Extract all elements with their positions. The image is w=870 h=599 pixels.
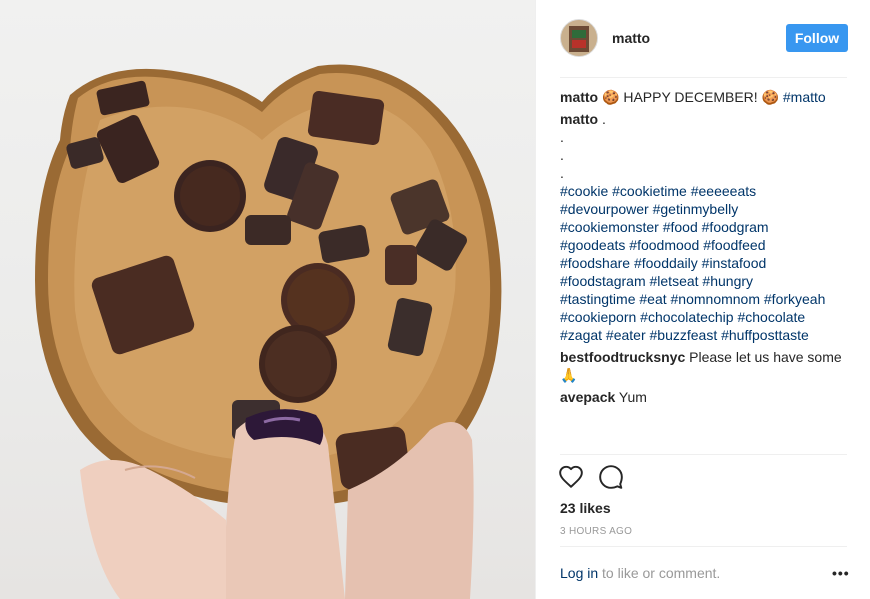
hashtag-line[interactable]: #cookieporn #chocolatechip #chocolate [560, 308, 850, 326]
caption-continued: matto . . . . #cookie #cookietime #eeeee… [560, 110, 850, 344]
username[interactable]: matto [612, 30, 650, 46]
hashtag-line[interactable]: #goodeats #foodmood #foodfeed [560, 236, 850, 254]
divider [560, 546, 847, 547]
cookie-image [35, 64, 502, 599]
caption-text-2: . [598, 111, 606, 127]
comment-username[interactable]: bestfoodtrucksnyc [560, 349, 685, 365]
hashtag-line[interactable]: #tastingtime #eat #nomnomnom #forkyeah [560, 290, 850, 308]
divider [560, 77, 847, 78]
follow-button[interactable]: Follow [786, 24, 848, 52]
comment-item: bestfoodtrucksnyc Please let us have som… [560, 348, 850, 384]
post-sidebar: matto Follow matto 🍪 HAPPY DECEMBER! 🍪 #… [535, 0, 870, 599]
login-link[interactable]: Log in [560, 565, 598, 581]
action-bar [558, 464, 624, 495]
avatar[interactable] [560, 19, 598, 57]
post-photo[interactable] [0, 0, 535, 599]
login-prompt: Log in to like or comment. [560, 565, 720, 581]
avatar-image [561, 20, 597, 56]
hashtag-line[interactable]: #cookiemonster #food #foodgram [560, 218, 850, 236]
post-timestamp: 3 HOURS AGO [560, 526, 633, 537]
hashtag-line[interactable]: #foodshare #fooddaily #instafood [560, 254, 850, 272]
comment-text: Yum [615, 389, 647, 405]
comment-item: avepack Yum [560, 388, 850, 406]
caption-hashtag[interactable]: #matto [783, 89, 826, 105]
dot-line: . [560, 129, 564, 145]
comment-icon[interactable] [598, 464, 624, 495]
caption-username[interactable]: matto [560, 89, 598, 105]
dot-line: . [560, 147, 564, 163]
divider [560, 454, 847, 455]
hashtag-line[interactable]: #devourpower #getinmybelly [560, 200, 850, 218]
comment-username[interactable]: avepack [560, 389, 615, 405]
more-options-icon[interactable]: ••• [832, 565, 850, 581]
caption-username-2[interactable]: matto [560, 111, 598, 127]
comments-list: matto 🍪 HAPPY DECEMBER! 🍪 #matto matto .… [560, 88, 850, 410]
caption: matto 🍪 HAPPY DECEMBER! 🍪 #matto [560, 88, 850, 106]
dot-line: . [560, 165, 564, 181]
heart-icon[interactable] [558, 464, 584, 495]
likes-count[interactable]: 23 likes [560, 500, 611, 516]
hashtag-line[interactable]: #zagat #eater #buzzfeast #huffposttaste [560, 326, 850, 344]
post-header: matto Follow [560, 18, 848, 58]
hashtag-line[interactable]: #cookie #cookietime #eeeeeats [560, 182, 850, 200]
hashtag-line[interactable]: #foodstagram #letseat #hungry [560, 272, 850, 290]
caption-text: 🍪 HAPPY DECEMBER! 🍪 [598, 89, 783, 105]
login-rest-text: to like or comment. [598, 565, 721, 581]
